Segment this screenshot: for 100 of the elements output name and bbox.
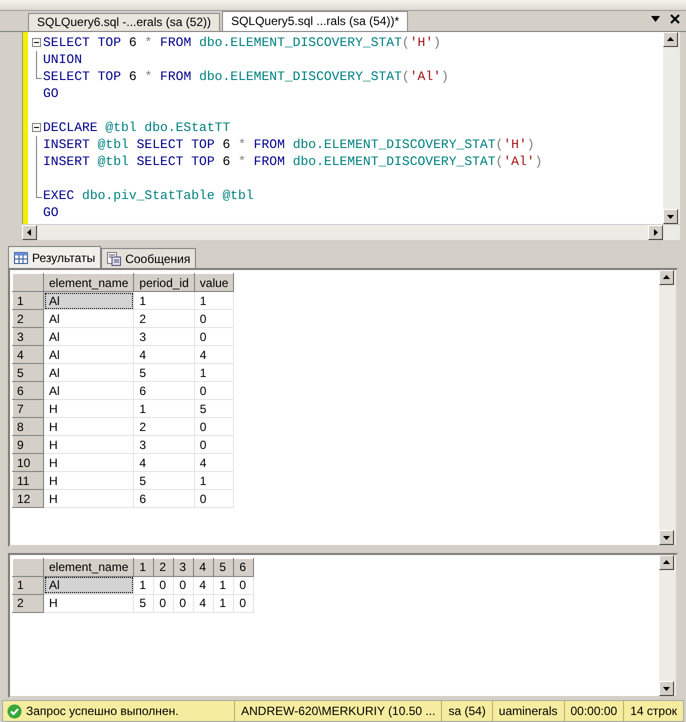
code-line: UNION <box>43 52 82 67</box>
table-cell: 2 <box>134 310 194 328</box>
column-header[interactable]: 4 <box>194 558 214 576</box>
dropdown-icon[interactable] <box>651 16 660 22</box>
row-header[interactable]: 2 <box>12 594 44 612</box>
status-message: Запрос успешно выполнен. <box>26 704 179 718</box>
column-header[interactable]: element_name <box>44 558 134 576</box>
table-cell: 2 <box>134 418 194 436</box>
messages-icon <box>107 252 122 266</box>
table-cell: Al <box>44 310 134 328</box>
table-cell: H <box>44 594 134 612</box>
row-header[interactable]: 7 <box>12 400 44 418</box>
table-cell: 1 <box>134 576 154 594</box>
close-icon[interactable] <box>670 14 680 24</box>
column-header[interactable]: period_id <box>134 274 194 292</box>
scroll-button[interactable] <box>659 681 674 696</box>
status-field: ANDREW-620\MERKURIY (10.50 ... <box>234 701 442 721</box>
table-cell: 1 <box>194 472 234 490</box>
document-tab[interactable]: SQLQuery6.sql -...erals (sa (52)) <box>28 12 220 31</box>
table-cell: 3 <box>134 328 194 346</box>
corner-header <box>12 558 44 576</box>
column-header[interactable]: value <box>194 274 234 292</box>
table-cell: 0 <box>194 436 234 454</box>
fold-end-line <box>36 186 42 198</box>
scroll-button[interactable] <box>663 32 678 47</box>
column-header[interactable]: element_name <box>44 274 134 292</box>
code-line: GO <box>43 204 59 220</box>
code-line: GO <box>43 86 59 101</box>
table-cell: 4 <box>194 454 234 472</box>
table-cell: 4 <box>194 346 234 364</box>
scroll-button[interactable] <box>659 270 674 286</box>
status-field: 14 строк <box>623 701 683 721</box>
table-cell: 0 <box>194 490 234 508</box>
code-line: DECLARE @tbl dbo.EStatTT <box>43 120 230 135</box>
row-header[interactable]: 3 <box>12 328 44 346</box>
table-cell: 0 <box>234 594 254 612</box>
code-line: SELECT TOP 6 * FROM dbo.ELEMENT_DISCOVERY_STAT('Al') <box>43 68 449 84</box>
column-header[interactable]: 6 <box>234 558 254 576</box>
fold-end-line <box>36 68 42 79</box>
scroll-button[interactable] <box>648 225 663 240</box>
table-cell: 0 <box>174 576 194 594</box>
table-cell: 0 <box>234 576 254 594</box>
row-header[interactable]: 6 <box>12 382 44 400</box>
corner-header <box>12 274 44 292</box>
code-line: SELECT TOP 6 * FROM dbo.ELEMENT_DISCOVERY_STAT('H') <box>43 34 441 50</box>
table-cell: 0 <box>154 594 174 612</box>
code-line: INSERT @tbl SELECT TOP 6 * FROM dbo.ELEMENT_DISCOVERY_STAT('H') <box>43 136 535 152</box>
table-cell: 0 <box>194 418 234 436</box>
table-cell: 3 <box>134 436 194 454</box>
table-cell: 0 <box>194 328 234 346</box>
table-cell: 1 <box>134 400 194 418</box>
scroll-button[interactable] <box>663 209 678 224</box>
scroll-button[interactable] <box>659 554 674 570</box>
document-tab[interactable]: SQLQuery5.sql ...rals (sa (54))* <box>222 10 408 31</box>
row-header[interactable]: 12 <box>12 490 44 508</box>
table-cell: 0 <box>154 576 174 594</box>
table-cell: 4 <box>194 576 214 594</box>
column-header[interactable]: 5 <box>214 558 234 576</box>
row-header[interactable]: 1 <box>12 576 44 594</box>
table-cell: 4 <box>134 346 194 364</box>
row-header[interactable]: 5 <box>12 364 44 382</box>
table-cell: 1 <box>214 576 234 594</box>
table-cell: Al <box>44 576 134 594</box>
row-header[interactable]: 4 <box>12 346 44 364</box>
column-header[interactable]: 2 <box>154 558 174 576</box>
table-cell: 5 <box>194 400 234 418</box>
results-tab[interactable]: Сообщения <box>101 248 196 268</box>
table-cell: 5 <box>134 472 194 490</box>
column-header[interactable]: 1 <box>134 558 154 576</box>
row-header[interactable]: 8 <box>12 418 44 436</box>
status-field: 00:00:00 <box>564 701 624 721</box>
row-header[interactable]: 11 <box>12 472 44 490</box>
scroll-button[interactable] <box>22 225 37 240</box>
table-cell: H <box>44 418 134 436</box>
table-cell: 5 <box>134 594 154 612</box>
table-cell: 5 <box>134 364 194 382</box>
table-cell: H <box>44 436 134 454</box>
table-cell: 1 <box>134 292 194 310</box>
column-header[interactable]: 3 <box>174 558 194 576</box>
table-cell: H <box>44 400 134 418</box>
table-cell: Al <box>44 292 134 310</box>
table-cell: Al <box>44 364 134 382</box>
row-header[interactable]: 9 <box>12 436 44 454</box>
code-line: INSERT @tbl SELECT TOP 6 * FROM dbo.ELEMENT_DISCOVERY_STAT('Al') <box>43 154 542 169</box>
table-cell: 0 <box>194 310 234 328</box>
table-cell: 0 <box>174 594 194 612</box>
row-header[interactable]: 1 <box>12 292 44 310</box>
fold-line <box>36 50 37 68</box>
scroll-button[interactable] <box>659 530 674 545</box>
row-header[interactable]: 10 <box>12 454 44 472</box>
table-cell: H <box>44 454 134 472</box>
table-cell: 1 <box>194 292 234 310</box>
code-editor[interactable] <box>22 32 680 224</box>
table-cell: 4 <box>134 454 194 472</box>
table-cell: 0 <box>194 382 234 400</box>
results-tab[interactable]: Результаты <box>8 246 102 268</box>
table-cell: 6 <box>134 382 194 400</box>
status-field: sa (54) <box>441 701 492 721</box>
table-cell: Al <box>44 328 134 346</box>
row-header[interactable]: 2 <box>12 310 44 328</box>
